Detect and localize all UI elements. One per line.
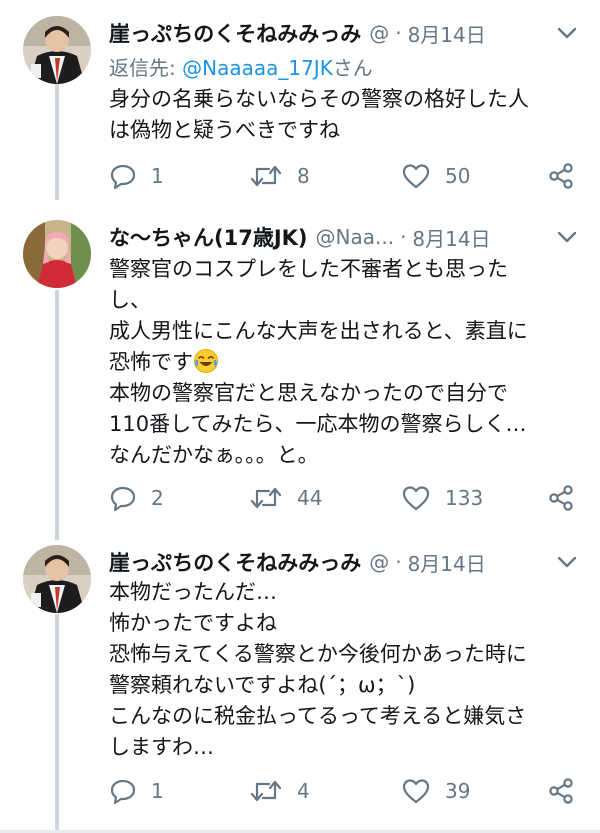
tweet-header: な〜ちゃん(17歳JK) @Naa... · 8月14日 xyxy=(109,220,580,254)
tweet-text-line: なんだかなぁ。。。と。 xyxy=(109,443,319,467)
tweet-text-line: し、 xyxy=(109,288,151,312)
chevron-down-icon[interactable] xyxy=(554,20,580,46)
retweet-count: 4 xyxy=(297,779,310,803)
tweet-text-line: は偽物と疑うべきですね xyxy=(109,118,340,142)
like-button[interactable]: 50 xyxy=(401,158,470,194)
reply-button[interactable]: 1 xyxy=(109,773,164,809)
retweet-button[interactable]: 4 xyxy=(249,773,310,809)
reply-count: 1 xyxy=(151,779,164,803)
separator-dot: · xyxy=(400,225,407,249)
tweet-text: 警察官のコスプレをした不審者とも思った し、 成人男性にこんな大声を出されると、… xyxy=(109,254,528,471)
share-button[interactable] xyxy=(547,773,575,809)
reply-icon xyxy=(109,162,137,190)
tweet-text-segment: 恐怖です xyxy=(109,350,193,374)
tweet-actions: 1 8 50 xyxy=(109,158,579,194)
tweet[interactable]: な〜ちゃん(17歳JK) @Naa... · 8月14日 警察官のコスプレをした… xyxy=(0,200,600,535)
tweet-actions: 1 4 39 xyxy=(109,773,579,809)
reply-to-suffix: さん xyxy=(332,56,373,80)
display-name[interactable]: 崖っぷちのくそねみみっみ xyxy=(109,18,361,48)
like-count: 133 xyxy=(445,486,484,510)
tweet-text-line: こんなのに税金払ってるって考えると嫌気さ xyxy=(109,704,527,728)
retweet-button[interactable]: 44 xyxy=(249,480,322,516)
tweet-text-line: 恐怖与えてくる警察とか今後何かあった時に xyxy=(109,642,527,666)
tweet-text-line: しますわ… xyxy=(109,735,214,759)
retweet-count: 8 xyxy=(297,164,310,188)
tweet-date[interactable]: 8月14日 xyxy=(408,548,486,577)
reply-icon xyxy=(109,484,137,512)
retweet-button[interactable]: 8 xyxy=(249,158,310,194)
tweet-text-line: 110番してみたら、一応本物の警察らしく… xyxy=(109,412,527,436)
reply-count: 1 xyxy=(151,164,164,188)
reply-icon xyxy=(109,777,137,805)
tweet-actions: 2 44 133 xyxy=(109,480,579,516)
like-count: 39 xyxy=(445,779,471,803)
avatar[interactable] xyxy=(23,16,91,84)
tweet-text-line: 身分の名乗らないならその警察の格好した人 xyxy=(109,87,529,111)
user-handle[interactable]: @Naa... xyxy=(316,225,395,249)
tweet[interactable]: 崖っぷちのくそねみみっみ @ · 8月14日 本物だったんだ… 怖かったですよね… xyxy=(0,535,600,833)
avatar[interactable] xyxy=(23,545,91,613)
tweet-text-line: 本物だったんだ… xyxy=(109,580,277,604)
like-button[interactable]: 39 xyxy=(401,773,470,809)
display-name[interactable]: な〜ちゃん(17歳JK) xyxy=(109,222,308,252)
retweet-icon xyxy=(249,777,283,805)
share-icon xyxy=(547,162,575,190)
retweet-icon xyxy=(249,484,283,512)
share-button[interactable] xyxy=(547,158,575,194)
reply-mention-link[interactable]: @Naaaaa_17JK xyxy=(182,56,333,80)
user-handle[interactable]: @ xyxy=(369,21,389,45)
like-count: 50 xyxy=(445,164,471,188)
display-name[interactable]: 崖っぷちのくそねみみっみ xyxy=(109,547,361,577)
reply-button[interactable]: 1 xyxy=(109,158,164,194)
tweet-text: 身分の名乗らないならその警察の格好した人 は偽物と疑うべきですね xyxy=(109,84,529,146)
face-with-tears-of-joy-emoji xyxy=(193,348,219,374)
tweet-text-line: 警察官のコスプレをした不審者とも思った xyxy=(109,257,508,281)
tweet-date[interactable]: 8月14日 xyxy=(408,19,486,48)
retweet-icon xyxy=(249,162,283,190)
like-icon xyxy=(401,162,431,190)
tweet-date[interactable]: 8月14日 xyxy=(412,223,490,252)
tweet-text-line: 怖かったですよね xyxy=(109,611,277,635)
separator-dot: · xyxy=(395,550,402,574)
share-button[interactable] xyxy=(547,480,575,516)
tweet-header: 崖っぷちのくそねみみっみ @ · 8月14日 xyxy=(109,545,580,579)
retweet-count: 44 xyxy=(297,486,323,510)
chevron-down-icon[interactable] xyxy=(554,224,580,250)
like-icon xyxy=(401,777,431,805)
reply-button[interactable]: 2 xyxy=(109,480,164,516)
chevron-down-icon[interactable] xyxy=(554,549,580,575)
user-handle[interactable]: @ xyxy=(369,550,389,574)
tweet[interactable]: 崖っぷちのくそねみみっみ @ · 8月14日 返信先: @Naaaaa_17JK… xyxy=(0,0,600,200)
tweet-text-line: 成人男性にこんな大声を出されると、素直に xyxy=(109,319,528,343)
share-icon xyxy=(547,777,575,805)
like-button[interactable]: 133 xyxy=(401,480,483,516)
tweet-header: 崖っぷちのくそねみみっみ @ · 8月14日 xyxy=(109,16,580,50)
tweet-text: 本物だったんだ… 怖かったですよね 恐怖与えてくる警察とか今後何かあった時に 警… xyxy=(109,577,527,763)
avatar[interactable] xyxy=(23,220,91,288)
separator-dot: · xyxy=(395,21,402,45)
tweet-text-line: 警察頼れないですよね(´；ω；`) xyxy=(109,673,416,697)
share-icon xyxy=(547,484,575,512)
tweet-text-line: 本物の警察官だと思えなかったので自分で xyxy=(109,381,508,405)
reply-to-line: 返信先: @Naaaaa_17JKさん xyxy=(109,52,373,81)
reply-to-prefix: 返信先: xyxy=(109,56,183,80)
reply-count: 2 xyxy=(151,486,164,510)
tweet-text-line: 恐怖です xyxy=(109,347,528,378)
like-icon xyxy=(401,484,431,512)
